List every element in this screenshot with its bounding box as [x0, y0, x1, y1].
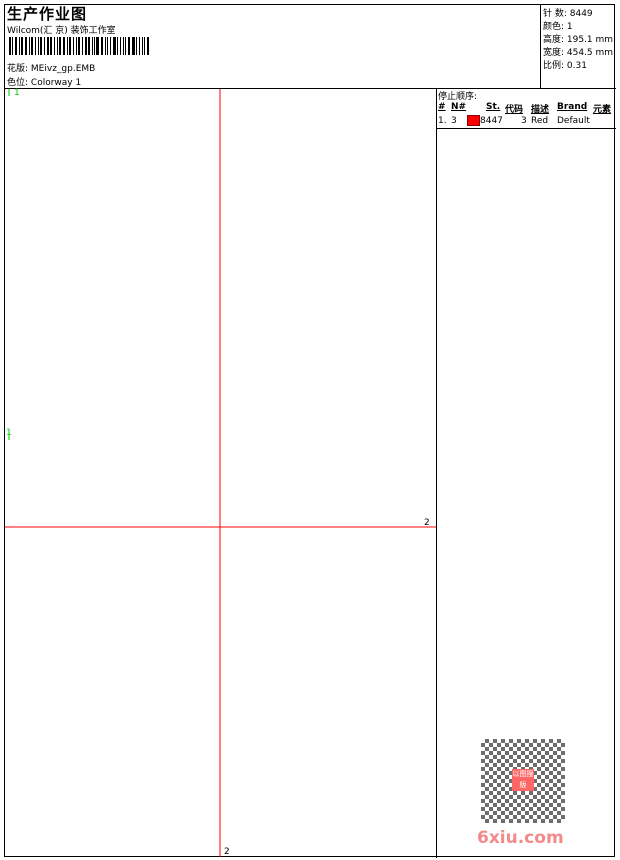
marker-left: 1: [6, 428, 12, 438]
watermark-text: 6xiu.com: [477, 828, 564, 848]
design-canvas: [5, 89, 436, 857]
marker-bottom: 2: [224, 847, 230, 857]
marker-top: 1: [14, 88, 20, 98]
marker-right: 2: [424, 518, 430, 528]
watermark-seal: 以图搜版: [512, 769, 534, 791]
